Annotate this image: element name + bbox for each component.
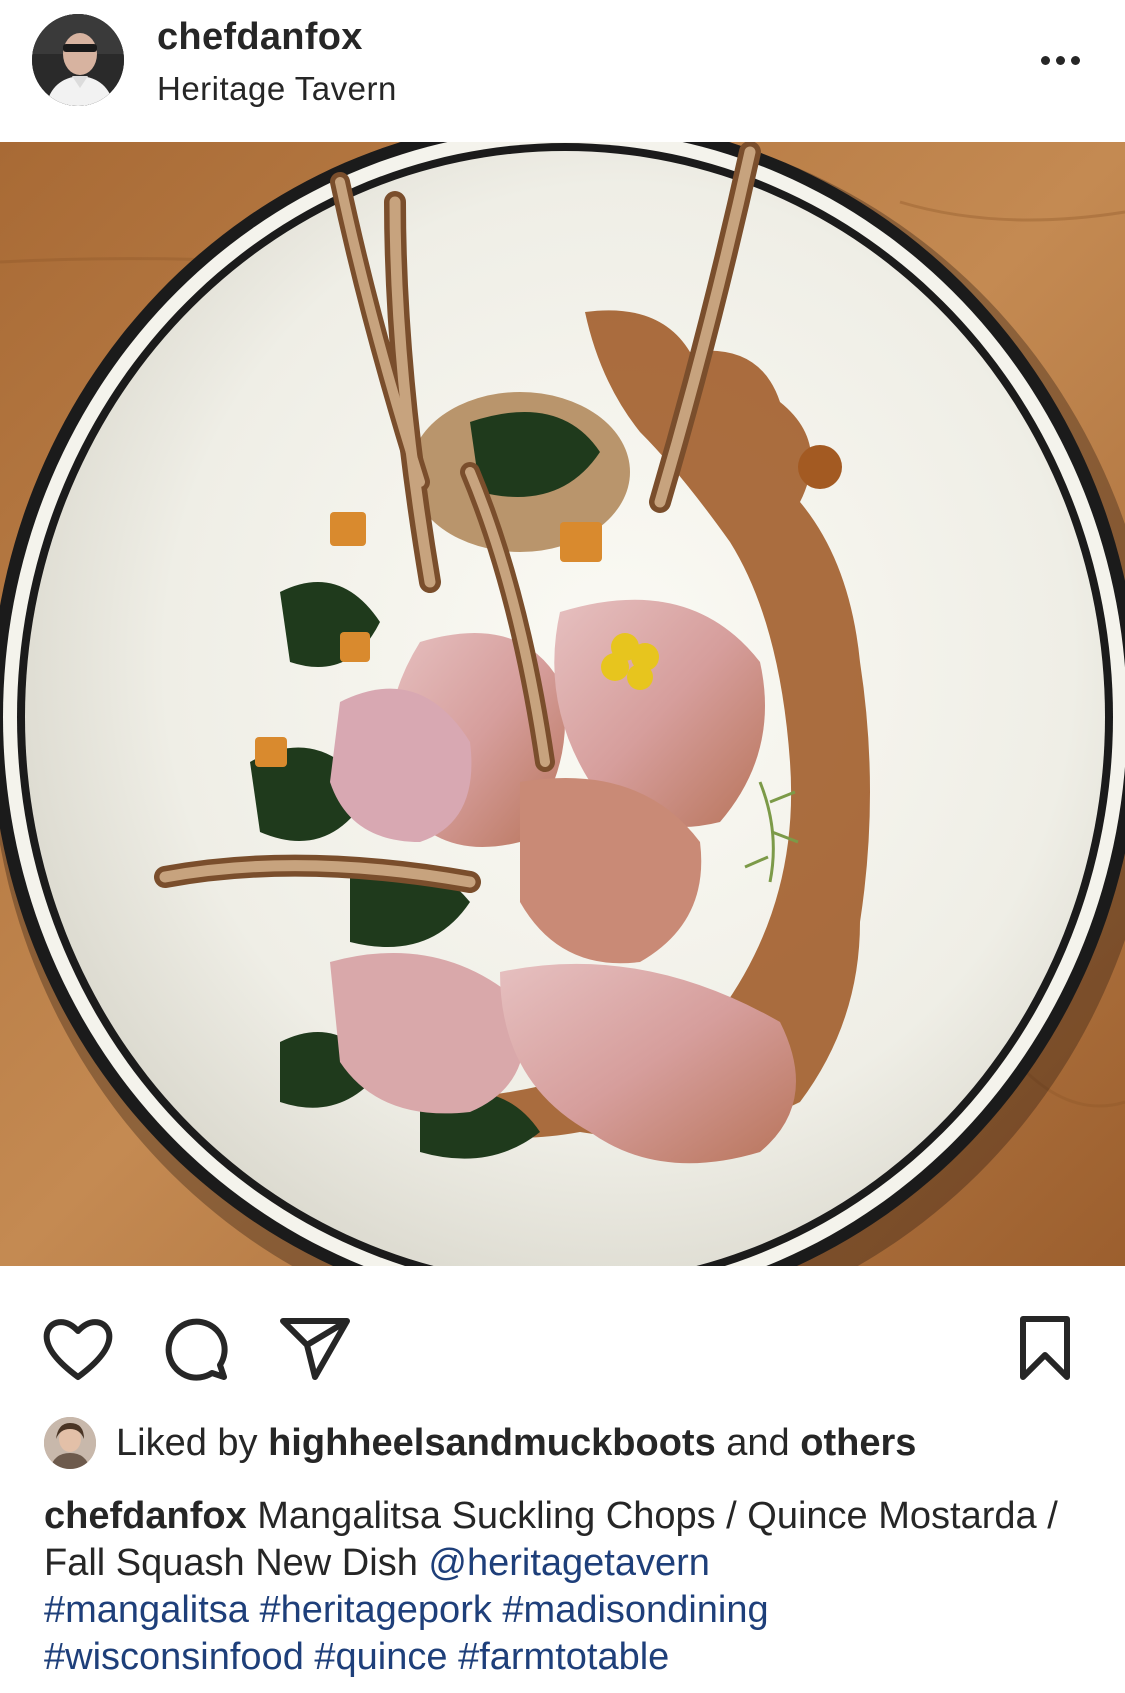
post-caption: chefdanfox Mangalitsa Suckling Chops / Q… [44, 1493, 1094, 1681]
comment-icon[interactable] [155, 1308, 235, 1388]
action-bar [0, 1272, 1125, 1402]
likes-summary[interactable]: Liked by highheelsandmuckboots and other… [44, 1413, 916, 1473]
bookmark-icon[interactable] [1005, 1308, 1085, 1388]
dot [1070, 55, 1080, 65]
liker-avatar[interactable] [44, 1417, 96, 1469]
post-header: chefdanfox Heritage Tavern [0, 0, 1125, 140]
caption-username[interactable]: chefdanfox [44, 1495, 247, 1537]
hashtag[interactable]: #quince [314, 1636, 447, 1678]
hashtag[interactable]: #madisondining [502, 1589, 768, 1631]
caption-mention[interactable]: @heritagetavern [428, 1542, 710, 1584]
post-location[interactable]: Heritage Tavern [157, 70, 397, 108]
hashtag[interactable]: #mangalitsa [44, 1589, 249, 1631]
author-username[interactable]: chefdanfox [157, 16, 363, 59]
likes-others[interactable]: others [800, 1422, 916, 1464]
likes-text: Liked by highheelsandmuckboots and other… [116, 1422, 916, 1465]
send-icon[interactable] [275, 1308, 355, 1388]
hashtag[interactable]: #farmtotable [458, 1636, 669, 1678]
hashtag[interactable]: #wisconsinfood [44, 1636, 304, 1678]
heart-icon[interactable] [38, 1308, 118, 1388]
dot [1040, 55, 1050, 65]
author-avatar[interactable] [32, 14, 124, 106]
likes-prefix: Liked by [116, 1421, 269, 1464]
dot [1055, 55, 1065, 65]
liker-username[interactable]: highheelsandmuckboots [268, 1422, 716, 1464]
more-options-icon[interactable] [1030, 40, 1090, 80]
hashtag[interactable]: #heritagepork [259, 1589, 491, 1631]
likes-middle: and [715, 1421, 801, 1464]
post-image[interactable] [0, 142, 1125, 1266]
